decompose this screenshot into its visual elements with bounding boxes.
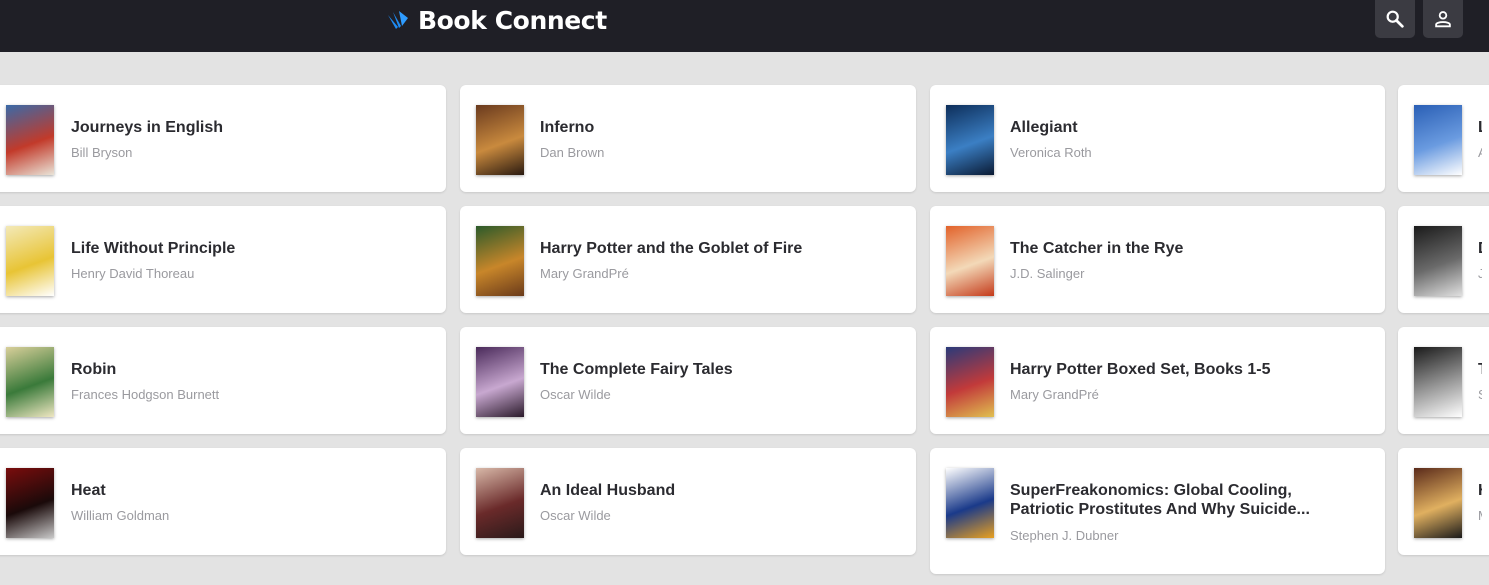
book-author: Jo xyxy=(1478,266,1482,281)
book-cover xyxy=(476,105,524,175)
book-author: Stephen J. Dubner xyxy=(1010,528,1119,543)
book-title: T xyxy=(1478,360,1482,379)
book-title: SuperFreakonomics: Global Cooling, Patri… xyxy=(1010,482,1310,518)
book-cover xyxy=(6,226,54,296)
book-title: Harry Potter Boxed Set, Books 1-5 xyxy=(1010,361,1271,378)
book-title: Inferno xyxy=(540,119,595,136)
book-author: Mary GrandPré xyxy=(540,266,629,281)
book-author: Dan Brown xyxy=(540,145,605,160)
book-card[interactable]: SuperFreakonomics: Global Cooling, Patri… xyxy=(930,448,1385,574)
book-title: The Complete Fairy Tales xyxy=(540,361,733,378)
book-author: Frances Hodgson Burnett xyxy=(71,387,220,402)
book-card[interactable]: Inferno Dan Brown xyxy=(460,85,916,192)
book-title: H xyxy=(1478,481,1482,500)
book-title: Robin xyxy=(71,361,117,378)
book-author: Oscar Wilde xyxy=(540,508,611,523)
book-title: Journeys in English xyxy=(71,119,224,136)
book-list: Journeys in English Bill Bryson Inferno Dan… xyxy=(0,0,1489,585)
book-card[interactable]: D Jo xyxy=(1398,206,1489,313)
book-card[interactable]: T Su xyxy=(1398,327,1489,434)
book-card[interactable]: Journeys in English Bill Bryson xyxy=(0,85,446,192)
book-card[interactable]: Life Without Principle Henry David Thorea… xyxy=(0,206,446,313)
book-author: Bill Bryson xyxy=(71,145,133,160)
book-author: Henry David Thoreau xyxy=(71,266,195,281)
book-cover xyxy=(476,468,524,538)
book-card[interactable]: Heat William Goldman xyxy=(0,448,446,555)
book-cover xyxy=(6,468,54,538)
book-card[interactable]: Le Ar xyxy=(1398,85,1489,192)
book-author: Oscar Wilde xyxy=(540,387,611,402)
book-cover xyxy=(946,468,994,538)
book-card[interactable]: HM xyxy=(1398,448,1489,555)
book-cover xyxy=(946,226,994,296)
book-cover xyxy=(6,347,54,417)
book-card[interactable]: An Ideal Husband Oscar Wilde xyxy=(460,448,916,555)
book-author: Veronica Roth xyxy=(1010,145,1092,160)
book-card[interactable]: Harry Potter Boxed Set, Books 1-5 Mary Gr… xyxy=(930,327,1385,434)
book-author: William Goldman xyxy=(71,508,170,523)
book-cover xyxy=(476,347,524,417)
book-author: Ar xyxy=(1478,145,1482,161)
book-title: Heat xyxy=(71,482,106,499)
book-author: J.D. Salinger xyxy=(1010,266,1085,281)
book-card[interactable]: Robin Frances Hodgson Burnett xyxy=(0,327,446,434)
book-card[interactable]: The Catcher in the Rye J.D. Salinger xyxy=(930,206,1385,313)
book-cover xyxy=(476,226,524,296)
book-title: D xyxy=(1478,239,1482,258)
book-title: Allegiant xyxy=(1010,119,1078,136)
book-cover xyxy=(1414,226,1462,296)
book-cover xyxy=(1414,468,1462,538)
book-title: Life Without Principle xyxy=(71,240,236,257)
book-author: Mary GrandPré xyxy=(1010,387,1099,402)
book-title: An Ideal Husband xyxy=(540,482,676,499)
book-cover xyxy=(1414,347,1462,417)
book-card[interactable]: The Complete Fairy Tales Oscar Wilde xyxy=(460,327,916,434)
book-cover xyxy=(1414,105,1462,175)
book-author: Su xyxy=(1478,387,1482,403)
book-title: The Catcher in the Rye xyxy=(1010,240,1184,257)
book-cover xyxy=(946,347,994,417)
book-title: Harry Potter and the Goblet of Fire xyxy=(540,240,803,257)
book-author: M xyxy=(1478,508,1482,524)
book-card[interactable]: Harry Potter and the Goblet of Fire Mary … xyxy=(460,206,916,313)
book-cover xyxy=(6,105,54,175)
book-title: Le xyxy=(1478,118,1482,137)
book-cover xyxy=(946,105,994,175)
book-card[interactable]: Allegiant Veronica Roth xyxy=(930,85,1385,192)
